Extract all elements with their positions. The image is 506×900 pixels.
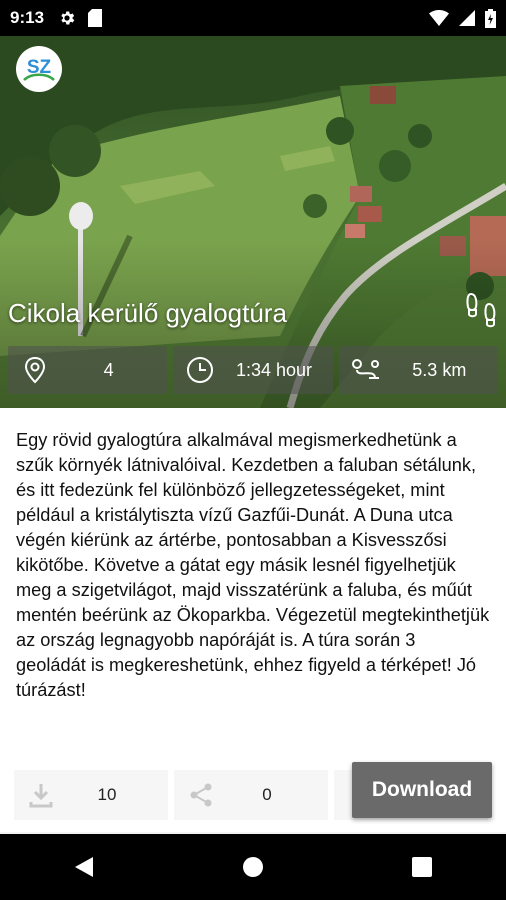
route-title: Cikola kerülő gyalogtúra	[8, 298, 287, 328]
status-time: 9:13	[10, 8, 45, 27]
share-button[interactable]: 0	[174, 770, 328, 820]
svg-text:SZ: SZ	[27, 57, 52, 78]
status-bar: 9:13	[0, 0, 506, 36]
distance-value: 5.3 km	[412, 359, 467, 380]
download-count: 10	[97, 785, 117, 804]
download-button[interactable]: Download	[352, 762, 492, 818]
sz-logo-icon: SZ	[23, 57, 55, 81]
signal-icon	[459, 10, 475, 26]
route-distance-icon	[351, 355, 381, 385]
wifi-icon	[429, 10, 449, 26]
download-count-button[interactable]: 10	[14, 770, 168, 820]
navigation-bar	[0, 834, 506, 900]
home-icon[interactable]	[223, 837, 283, 897]
route-description: Egy rövid gyalogtúra alkalmával megismer…	[16, 430, 490, 700]
sd-card-icon	[88, 9, 103, 27]
hero-image: SZ Cikola kerülő gyalogtúra 4 1:34 hour …	[0, 36, 506, 408]
clock-icon	[185, 355, 215, 385]
duration-stat: 1:34 hour	[173, 346, 333, 394]
distance-stat: 5.3 km	[338, 346, 498, 394]
app-logo[interactable]: SZ	[16, 46, 62, 92]
battery-icon	[485, 8, 496, 28]
back-icon[interactable]	[54, 837, 114, 897]
download-icon	[26, 782, 56, 808]
stops-count: 4	[103, 359, 114, 380]
gear-icon	[61, 11, 75, 25]
location-pin-icon	[20, 355, 50, 385]
share-icon	[186, 782, 216, 808]
recents-icon[interactable]	[392, 837, 452, 897]
footprints-icon[interactable]	[464, 292, 498, 330]
duration-value: 1:34 hour	[235, 359, 313, 380]
stops-stat: 4	[8, 346, 168, 394]
route-stats: 4 1:34 hour 5.3 km	[8, 346, 498, 394]
share-count: 0	[262, 785, 272, 804]
